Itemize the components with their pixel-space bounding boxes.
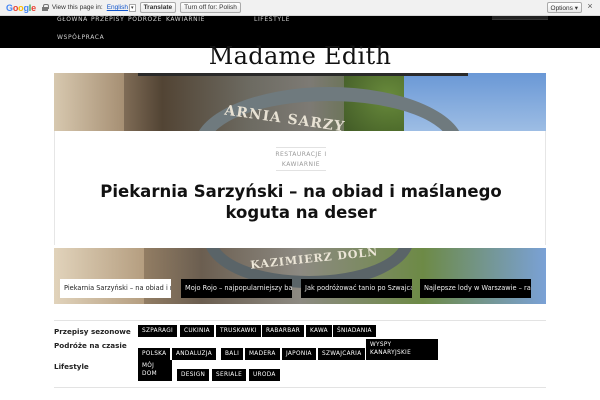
translate-button[interactable]: Translate [139, 2, 177, 13]
tag-uroda[interactable]: URODA [249, 369, 280, 381]
carousel-slide-3[interactable]: Jak podróżować tanio po Szwajcarii [301, 279, 412, 298]
divider [276, 170, 326, 171]
divider [54, 387, 546, 388]
tag-heading-podroze: Podróże na czasie [54, 341, 127, 350]
category-link-line1[interactable]: RESTAURACJE I [55, 151, 547, 158]
tag-design[interactable]: DESIGN [177, 369, 210, 381]
hero-wall [54, 73, 124, 131]
tag-moj-dom[interactable]: MÓJ DOM [138, 360, 172, 381]
translate-bar: Google View this page in: English ▾ Tran… [0, 0, 600, 16]
article-header: RESTAURACJE I KAWIARNIE Piekarnia Sarzyń… [54, 131, 546, 245]
tag-wyspy-kanaryjskie[interactable]: WYSPY KANARYJSKIE [366, 339, 438, 360]
nav-item-przepisy[interactable]: PRZEPISY [91, 16, 124, 23]
tag-szparagi[interactable]: SZPARAGI [138, 325, 177, 337]
tag-japonia[interactable]: JAPONIA [282, 348, 316, 360]
tag-sniadania[interactable]: ŚNIADANIA [333, 325, 376, 337]
turn-off-button[interactable]: Turn off for: Polish [180, 2, 241, 13]
divider [276, 147, 326, 148]
divider [54, 320, 546, 321]
translate-options-button[interactable]: Options ▾ [546, 2, 582, 13]
chevron-down-icon[interactable]: ▾ [129, 3, 136, 12]
tag-rabarbar[interactable]: RABARBAR [262, 325, 305, 337]
nav-item-lifestyle[interactable]: LIFESTYLE [254, 16, 290, 23]
tag-polska[interactable]: POLSKA [138, 348, 171, 360]
tag-truskawki[interactable]: TRUSKAWKI [216, 325, 261, 337]
lock-icon [41, 4, 49, 11]
nav-item-kawiarnie[interactable]: KAWIARNIE [166, 16, 205, 23]
close-icon[interactable]: × [585, 2, 595, 12]
carousel-slide-4[interactable]: Najlepsze lody w Warszawie – ranking [420, 279, 531, 298]
tag-szwajcaria[interactable]: SZWAJCARIA [318, 348, 366, 360]
hero-image: ARNIA SARZY [54, 73, 546, 131]
tag-cukinia[interactable]: CUKINIA [180, 325, 214, 337]
article-title[interactable]: Piekarnia Sarzyński – na obiad i maślane… [95, 181, 507, 223]
translate-language-select[interactable]: English [107, 4, 128, 11]
carousel-slide-1[interactable]: Piekarnia Sarzyński – na obiad i maślane… [60, 279, 171, 298]
category-link-line2[interactable]: KAWIARNIE [55, 161, 547, 168]
hero-bracket [138, 73, 468, 76]
search-input[interactable] [492, 16, 548, 20]
nav-item-podroze[interactable]: PODRÓŻE [128, 16, 162, 23]
tag-madera[interactable]: MADERA [245, 348, 280, 360]
tag-kawa[interactable]: KAWA [306, 325, 332, 337]
featured-carousel: KAZIMIERZ DOLN Piekarnia Sarzyński – na … [54, 248, 546, 304]
nav-item-glowna[interactable]: GŁÓWNA [57, 16, 88, 23]
site-title[interactable]: Madame Edith [0, 42, 600, 70]
tag-seriale[interactable]: SERIALE [212, 369, 247, 381]
tag-heading-lifestyle: Lifestyle [54, 362, 89, 371]
tag-bali[interactable]: BALI [221, 348, 244, 360]
carousel-slide-2[interactable]: Mojo Rojo – najpopularniejszy bar na Kaz… [181, 279, 292, 298]
tag-heading-przepisy: Przepisy sezonowe [54, 327, 131, 336]
tag-andaluzja[interactable]: ANDALUZJA [172, 348, 216, 360]
nav-item-wspolpraca[interactable]: WSPÓŁPRACA [57, 34, 104, 41]
translate-view-text: View this page in: [51, 4, 103, 11]
google-logo: Google [6, 2, 36, 13]
